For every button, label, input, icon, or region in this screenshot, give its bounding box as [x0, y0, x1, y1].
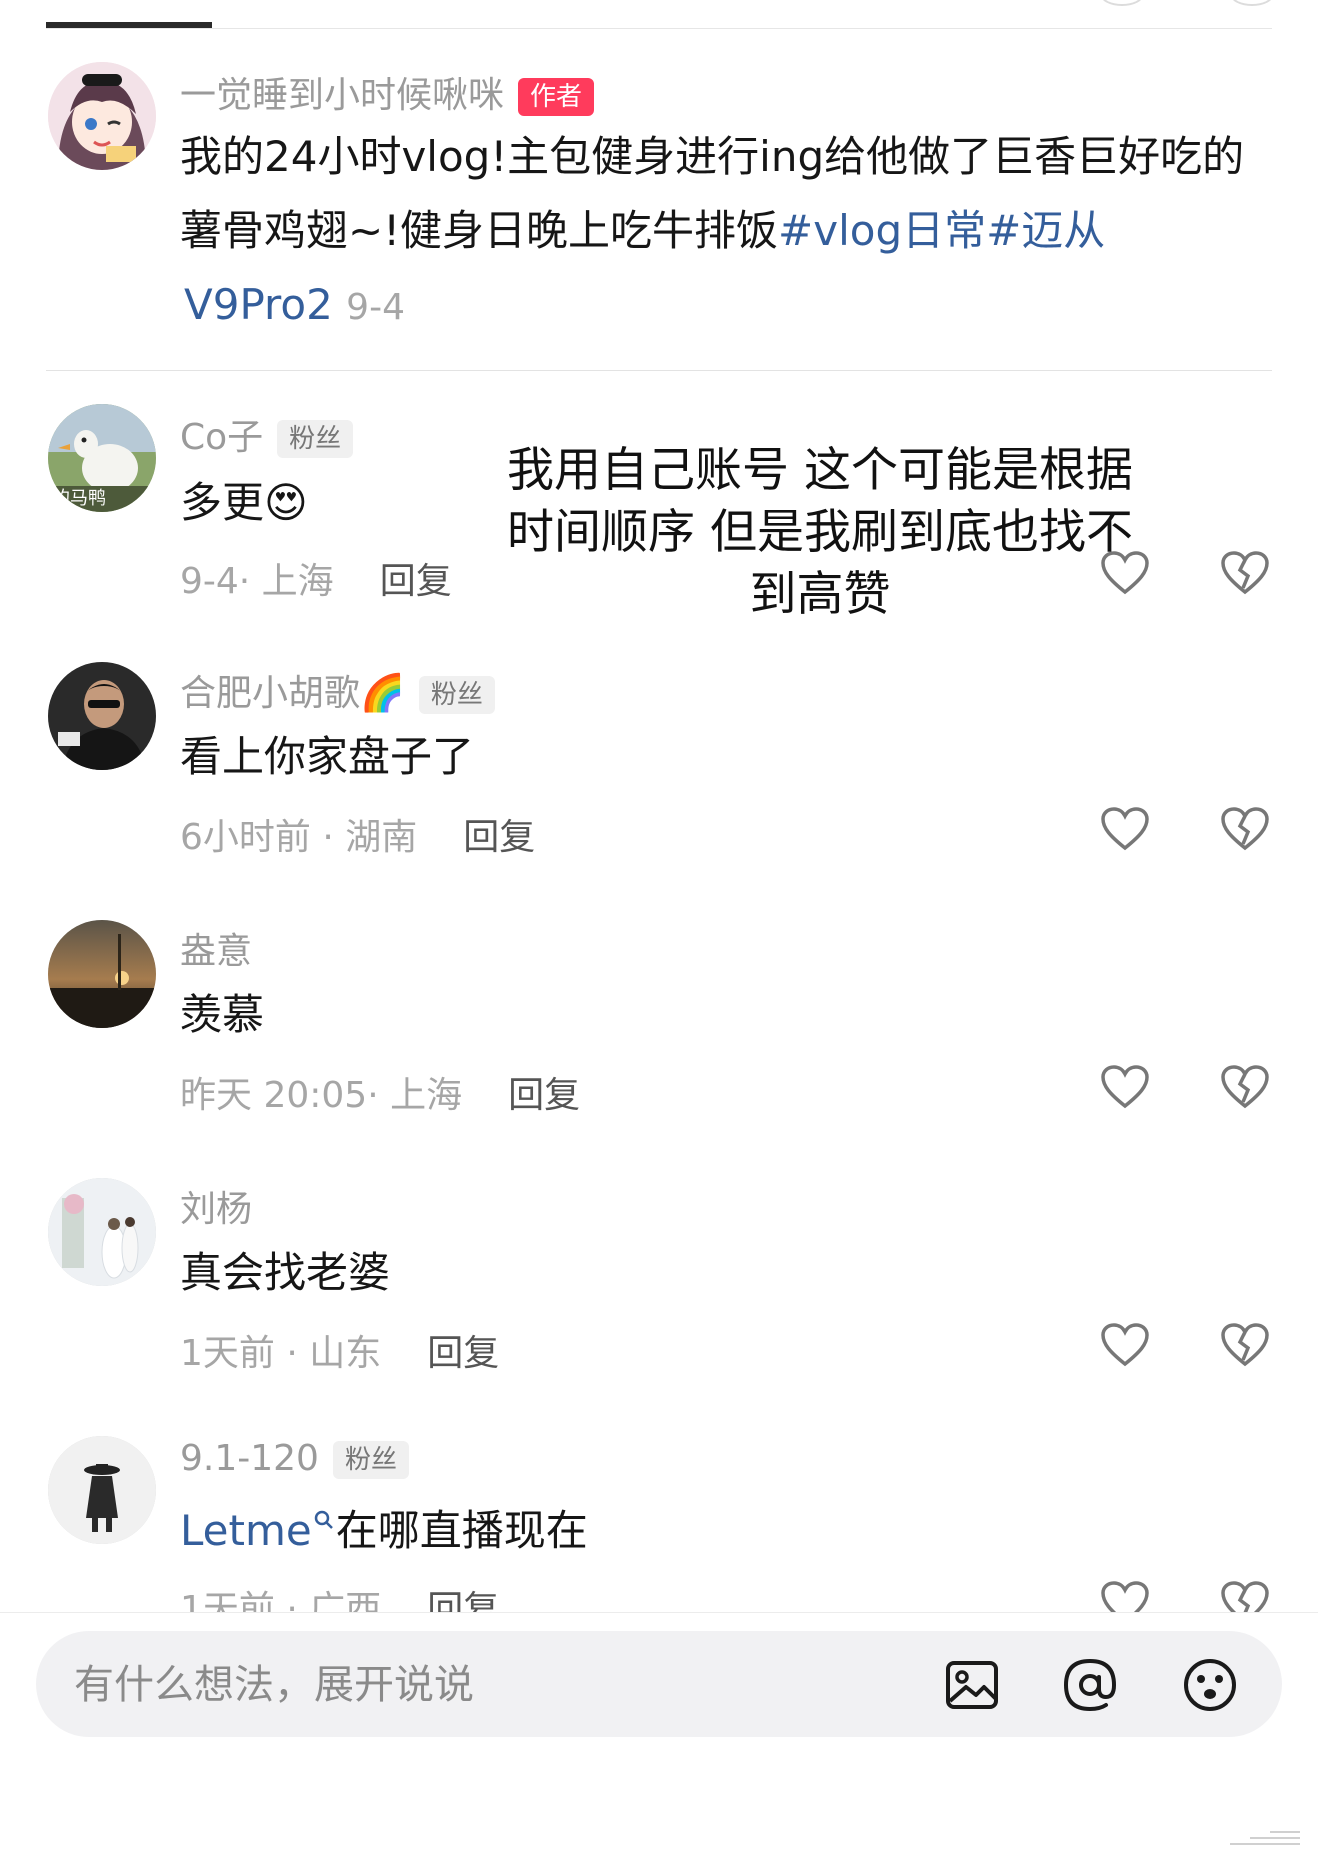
comment-meta: 1天前 · 广西 回复 [180, 1580, 499, 1612]
comment-time-location: 1天前 · 广西 [180, 1589, 382, 1612]
at-icon[interactable] [1060, 1655, 1120, 1715]
search-link[interactable]: Letme [180, 1506, 312, 1555]
resize-handle-icon [1230, 1831, 1300, 1845]
reply-button[interactable]: 回复 [427, 1589, 499, 1612]
broken-heart-icon[interactable] [1220, 1580, 1270, 1612]
comment-text-rest: 在哪直播现在 [335, 1506, 588, 1555]
search-icon[interactable] [312, 1508, 336, 1532]
comment-input-bar [0, 1612, 1318, 1861]
fan-badge: 粉丝 [332, 1441, 409, 1479]
commenter-name[interactable]: 9.1-120 [180, 1438, 319, 1479]
comment-input-container [36, 1631, 1282, 1739]
commenter-name-row: 9.1-120 粉丝 [180, 1438, 409, 1479]
comment-text: Letme 在哪直播现在 [180, 1494, 588, 1568]
commenter-avatar[interactable] [48, 1436, 156, 1544]
image-icon[interactable] [942, 1655, 1002, 1715]
comment-item: 9.1-120 粉丝 Letme 在哪直播现在 1天前 · 广西 回复 [0, 0, 1318, 1612]
emoji-icon[interactable] [1180, 1655, 1240, 1715]
heart-outline-icon[interactable] [1100, 1580, 1150, 1612]
overlay-annotation: 我用自己账号 这个可能是根据时间顺序 但是我刷到底也找不到高赞 [507, 443, 1133, 622]
comment-input[interactable] [72, 1631, 896, 1739]
